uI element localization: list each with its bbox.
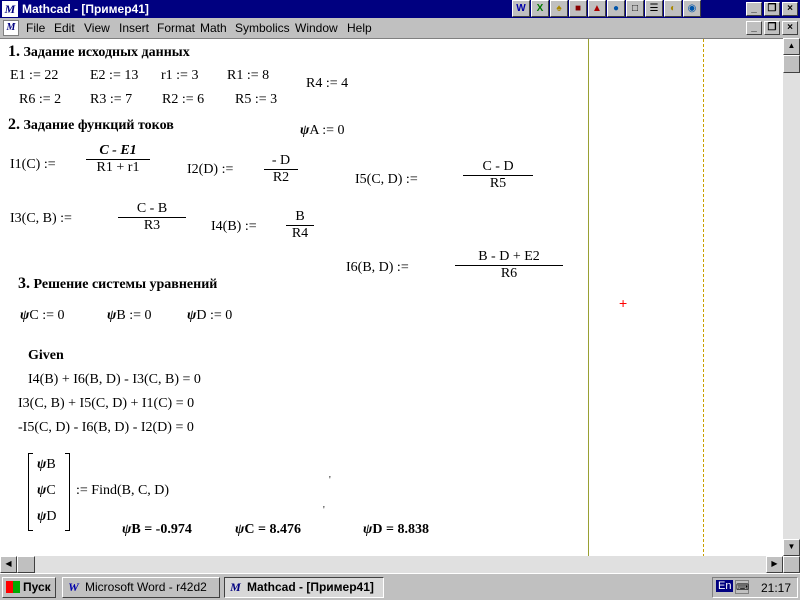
equation-3[interactable]: -I5(C, D) - I6(B, D) - I2(D) = 0 <box>18 420 194 436</box>
worksheet[interactable]: + 1. Задание исходных данных E1 := 22 E2… <box>0 38 783 557</box>
globe-icon[interactable]: ◉ <box>683 0 701 17</box>
initial-b[interactable]: ψB := 0 <box>107 308 151 324</box>
func-i3-lhs[interactable]: I3(C, B) := <box>10 211 72 227</box>
excel-icon[interactable]: X <box>531 0 549 17</box>
initial-d[interactable]: ψD := 0 <box>187 308 232 324</box>
menu-format[interactable]: Format <box>157 21 195 35</box>
menu-insert[interactable]: Insert <box>119 21 149 35</box>
menu-file[interactable]: File <box>26 21 45 35</box>
mathcad-task-icon: M <box>230 580 241 594</box>
func-i2-fraction[interactable]: - D R2 <box>264 153 298 186</box>
task-word[interactable]: W Microsoft Word - r42d2 <box>62 577 220 598</box>
param-R4[interactable]: R4 := 4 <box>306 76 348 92</box>
windows-flag-icon <box>6 581 20 593</box>
system-tray: En ⌨ 21:17 <box>712 577 798 598</box>
func-i6-fraction[interactable]: B - D + E2 R6 <box>455 249 563 282</box>
horizontal-scrollbar[interactable]: ◀ ▶ <box>0 556 800 573</box>
menu-help[interactable]: Help <box>347 21 372 35</box>
keyboard-icon[interactable]: ⌨ <box>735 580 749 594</box>
tick-mark-2: ' <box>323 505 325 516</box>
find-expression[interactable]: := Find(B, C, D) <box>76 483 169 499</box>
language-indicator[interactable]: En <box>716 580 734 592</box>
window-title: Mathcad - [Пример41] <box>22 2 149 16</box>
vertical-scroll-thumb[interactable] <box>783 55 800 73</box>
func-i4-fraction[interactable]: B R4 <box>286 209 314 242</box>
result-d[interactable]: ψD = 8.838 <box>363 522 429 538</box>
func-i5-fraction[interactable]: C - D R5 <box>463 159 533 192</box>
section-3-heading: 3. Решение системы уравнений <box>18 275 218 292</box>
vector-c: ψC <box>37 483 56 498</box>
app-icon-6[interactable]: ● <box>607 0 625 17</box>
func-i1-lhs[interactable]: I1(C) := <box>10 157 56 173</box>
initial-c[interactable]: ψC := 0 <box>20 308 64 324</box>
start-button[interactable]: Пуск <box>2 577 56 598</box>
param-R2[interactable]: R2 := 6 <box>162 92 204 108</box>
result-c[interactable]: ψC = 8.476 <box>235 522 301 538</box>
window-controls: _ ❐ × <box>746 2 798 16</box>
page-boundary-line <box>703 39 704 557</box>
restore-icon[interactable]: ❐ <box>764 2 780 16</box>
param-R5[interactable]: R5 := 3 <box>235 92 277 108</box>
taskbar: Пуск W Microsoft Word - r42d2 M Mathcad … <box>0 573 800 600</box>
crosshair-cursor-icon: + <box>619 295 628 311</box>
system-toolbar: W X ♠ ■ ▲ ● □ ☰ ◐ ◉ <box>512 0 701 18</box>
result-b[interactable]: ψB = -0.974 <box>122 522 192 538</box>
param-e2[interactable]: E2 := 13 <box>90 68 138 84</box>
func-i4-lhs[interactable]: I4(B) := <box>211 219 257 235</box>
menu-edit[interactable]: Edit <box>54 21 75 35</box>
doc-minimize-icon[interactable]: _ <box>746 21 762 35</box>
func-i3-fraction[interactable]: C - B R3 <box>118 201 186 234</box>
section-1-heading: 1. Задание исходных данных <box>8 43 190 60</box>
section-2-heading: 2. Задание функций токов <box>8 116 174 133</box>
tick-mark: ' <box>329 475 331 486</box>
param-R6[interactable]: R6 := 2 <box>19 92 61 108</box>
param-R3[interactable]: R3 := 7 <box>90 92 132 108</box>
minimize-icon[interactable]: _ <box>746 2 762 16</box>
equation-2[interactable]: I3(C, B) + I5(C, D) + I1(C) = 0 <box>18 396 194 412</box>
document-controls: _ ❐ × <box>746 21 798 35</box>
doc-close-icon[interactable]: × <box>782 21 798 35</box>
vector-d: ψD <box>37 509 57 524</box>
scroll-left-icon[interactable]: ◀ <box>0 556 17 573</box>
param-R1[interactable]: R1 := 8 <box>227 68 269 84</box>
key-icon[interactable]: ♠ <box>550 0 568 17</box>
word-task-icon: W <box>68 580 79 594</box>
param-r1[interactable]: r1 := 3 <box>161 68 198 84</box>
menu-view[interactable]: View <box>84 21 110 35</box>
menu-window[interactable]: Window <box>295 21 338 35</box>
document-icon[interactable]: M <box>3 20 19 36</box>
result-vector[interactable]: ψB ψC ψD <box>28 453 70 531</box>
equation-1[interactable]: I4(B) + I6(B, D) - I3(C, B) = 0 <box>28 372 201 388</box>
doc-restore-icon[interactable]: ❐ <box>764 21 780 35</box>
word-icon[interactable]: W <box>512 0 530 17</box>
app-icon-7[interactable]: □ <box>626 0 644 17</box>
notepad-icon[interactable]: ☰ <box>645 0 663 17</box>
app-icon-4[interactable]: ■ <box>569 0 587 17</box>
vertical-scrollbar[interactable]: ▲ ▼ <box>783 38 800 556</box>
horizontal-scroll-thumb[interactable] <box>17 556 35 573</box>
func-i6-lhs[interactable]: I6(B, D) := <box>346 260 409 276</box>
title-bar: M Mathcad - [Пример41] W X ♠ ■ ▲ ● □ ☰ ◐… <box>0 0 800 18</box>
mathcad-app-icon[interactable]: M <box>2 1 18 17</box>
app-icon-5[interactable]: ▲ <box>588 0 606 17</box>
size-grip <box>783 556 800 573</box>
folder-icon[interactable]: ◐ <box>664 0 682 17</box>
clock[interactable]: 21:17 <box>761 581 791 595</box>
vector-b: ψB <box>37 457 56 472</box>
scroll-right-icon[interactable]: ▶ <box>766 556 783 573</box>
menu-math[interactable]: Math <box>200 21 227 35</box>
close-icon[interactable]: × <box>782 2 798 16</box>
task-mathcad[interactable]: M Mathcad - [Пример41] <box>224 577 384 598</box>
menu-symbolics[interactable]: Symbolics <box>235 21 290 35</box>
ground-potential[interactable]: ψA := 0 <box>300 123 344 139</box>
menu-bar: M File Edit View Insert Format Math Symb… <box>0 18 800 38</box>
scroll-up-icon[interactable]: ▲ <box>783 38 800 55</box>
scroll-down-icon[interactable]: ▼ <box>783 539 800 556</box>
func-i1-fraction[interactable]: C - E1 R1 + r1 <box>86 143 150 176</box>
param-e1[interactable]: E1 := 22 <box>10 68 58 84</box>
func-i2-lhs[interactable]: I2(D) := <box>187 162 233 178</box>
func-i5-lhs[interactable]: I5(C, D) := <box>355 172 418 188</box>
right-margin-line <box>588 39 589 557</box>
given-keyword[interactable]: Given <box>28 348 64 364</box>
